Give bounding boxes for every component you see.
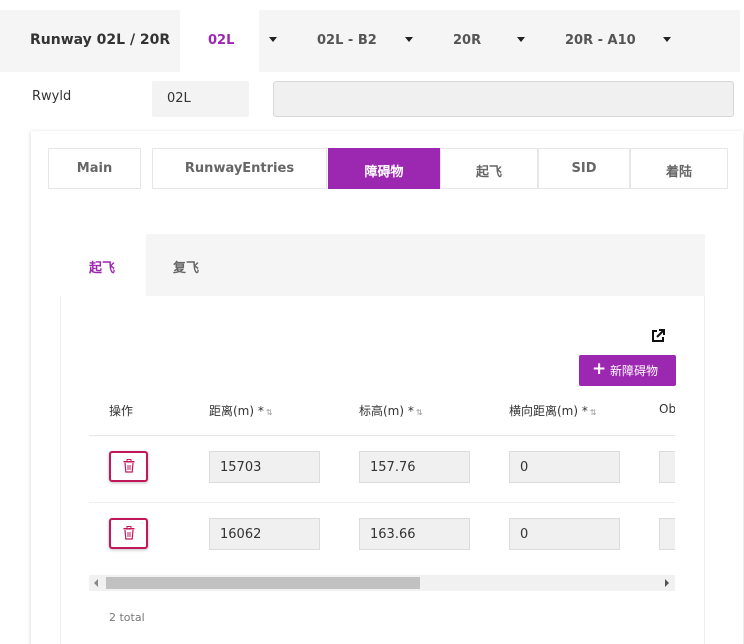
- trash-icon: [123, 459, 135, 473]
- sub-tab-label: 起飞: [89, 261, 116, 276]
- chevron-down-icon[interactable]: [269, 37, 277, 42]
- lateral-distance-input[interactable]: 0: [509, 451, 620, 483]
- runway-title: Runway 02L / 20R: [30, 32, 171, 48]
- runway-tab-label: 02L: [208, 33, 235, 48]
- lateral-distance-value: 0: [520, 527, 529, 542]
- runway-header: Runway 02L / 20R 02L 02L - B2 20R 20R - …: [0, 10, 740, 72]
- delete-row-button[interactable]: [109, 451, 148, 482]
- scroll-left-icon[interactable]: [94, 579, 98, 587]
- rwyid-value-field[interactable]: 02L: [152, 81, 249, 117]
- chevron-down-icon[interactable]: [663, 37, 671, 42]
- tab-label: 起飞: [475, 165, 502, 180]
- external-link-icon[interactable]: [650, 328, 666, 344]
- distance-input[interactable]: 15703: [209, 451, 320, 483]
- runway-tab-02l[interactable]: 02L: [180, 10, 259, 72]
- column-label: Ob: [659, 402, 675, 416]
- column-header-distance[interactable]: 距离(m) * ⇅: [209, 402, 273, 419]
- tab-label: 障碍物: [364, 165, 404, 180]
- runway-tab-20r-a10[interactable]: 20R - A10: [538, 10, 658, 72]
- table-horizontal-scrollbar[interactable]: [89, 575, 675, 591]
- runway-tab-20r[interactable]: 20R: [426, 10, 506, 72]
- scrollbar-thumb[interactable]: [106, 577, 420, 589]
- table-header-divider: [89, 435, 675, 436]
- lateral-distance-value: 0: [520, 460, 529, 475]
- column-header-action: 操作: [109, 402, 133, 419]
- chevron-down-icon[interactable]: [405, 37, 413, 42]
- tab-label: RunwayEntries: [184, 161, 295, 176]
- sub-tab-takeoff[interactable]: 起飞: [60, 234, 146, 296]
- tab-label: 着陆: [665, 165, 692, 180]
- sub-tab-bar: 起飞 复飞: [60, 234, 705, 296]
- rwyid-extra-field[interactable]: [273, 81, 734, 117]
- lateral-distance-input[interactable]: 0: [509, 518, 620, 550]
- delete-row-button[interactable]: [109, 518, 148, 549]
- sort-icon[interactable]: ⇅: [266, 408, 273, 417]
- elevation-value: 157.76: [370, 460, 416, 475]
- distance-input[interactable]: 16062: [209, 518, 320, 550]
- column-header-lateral-distance[interactable]: 横向距离(m) * ⇅: [509, 402, 597, 419]
- runway-tab-label: 20R: [453, 33, 482, 48]
- sub-tab-go-around[interactable]: 复飞: [146, 234, 232, 296]
- column-label: 距离(m) *: [209, 404, 264, 418]
- distance-value: 16062: [220, 527, 262, 542]
- tab-obstacles[interactable]: 障碍物: [328, 148, 440, 189]
- add-obstacle-label: 新障碍物: [610, 364, 659, 378]
- sort-icon[interactable]: ⇅: [590, 408, 597, 417]
- chevron-down-icon[interactable]: [517, 37, 525, 42]
- tab-sid[interactable]: SID: [538, 148, 630, 189]
- ob-input[interactable]: [659, 451, 675, 483]
- elevation-input[interactable]: 163.66: [359, 518, 470, 550]
- runway-tab-label: 02L - B2: [317, 33, 377, 48]
- column-label: 操作: [109, 404, 134, 418]
- distance-value: 15703: [220, 460, 262, 475]
- plus-icon: +: [592, 359, 607, 379]
- column-label: 标高(m) *: [359, 404, 414, 418]
- rwyid-value: 02L: [167, 91, 191, 106]
- ob-input[interactable]: [659, 518, 675, 550]
- sub-tab-label: 复飞: [173, 261, 200, 276]
- tab-main[interactable]: Main: [48, 148, 141, 189]
- runway-tab-02l-b2[interactable]: 02L - B2: [290, 10, 420, 72]
- tab-runway-entries[interactable]: RunwayEntries: [152, 148, 327, 189]
- row-total: 2 total: [109, 611, 145, 624]
- scroll-right-icon[interactable]: [665, 579, 669, 587]
- add-obstacle-button[interactable]: + 新障碍物: [579, 355, 676, 386]
- column-header-elevation[interactable]: 标高(m) * ⇅: [359, 402, 423, 419]
- runway-tab-label: 20R - A10: [565, 33, 636, 48]
- elevation-value: 163.66: [370, 527, 416, 542]
- tab-label: Main: [76, 161, 113, 176]
- row-divider: [89, 502, 675, 503]
- elevation-input[interactable]: 157.76: [359, 451, 470, 483]
- tab-landing[interactable]: 着陆: [630, 148, 728, 189]
- trash-icon: [123, 526, 135, 540]
- tab-takeoff[interactable]: 起飞: [440, 148, 538, 189]
- tab-label: SID: [571, 161, 597, 176]
- column-label: 横向距离(m) *: [509, 404, 588, 418]
- column-header-ob: Ob: [659, 402, 675, 416]
- sort-icon[interactable]: ⇅: [416, 408, 423, 417]
- rwyid-label: Rwyld: [32, 89, 72, 104]
